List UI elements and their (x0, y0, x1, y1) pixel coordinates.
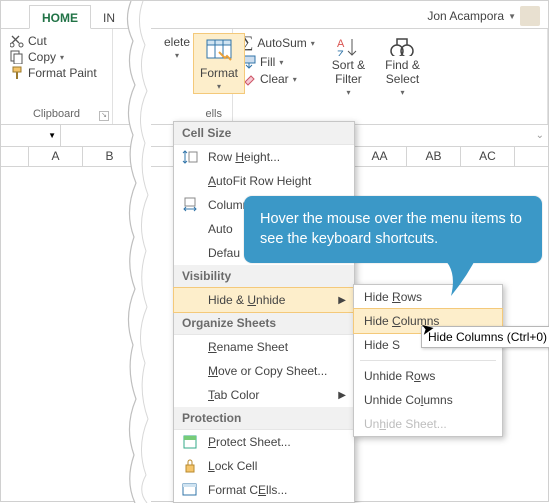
chevron-down-icon: ▾ (293, 75, 297, 84)
menu-row-height[interactable]: Row Height... (174, 145, 354, 169)
ribbon: Cut Copy ▾ Format Paint Clipboard ↘ elet… (1, 29, 548, 125)
find-label: Find & Select (385, 58, 420, 86)
fill-label: Fill (260, 55, 275, 69)
chevron-down-icon: ▾ (400, 88, 404, 97)
clear-label: Clear (260, 72, 289, 86)
account-user[interactable]: Jon Acampora ▼ (427, 6, 540, 26)
format-button[interactable]: Format ▾ (193, 33, 245, 94)
paintbrush-icon (10, 66, 24, 80)
clear-button[interactable]: Clear ▾ (239, 71, 318, 87)
submenu-unhide-columns[interactable]: Unhide Columns (354, 388, 502, 412)
menu-tab-color[interactable]: Tab Color▶ (174, 383, 354, 407)
sort-label: Sort & Filter (332, 58, 365, 86)
chevron-down-icon: ▾ (175, 51, 179, 60)
copy-button[interactable]: Copy ▾ (7, 49, 106, 65)
column-width-icon (182, 197, 198, 213)
cut-button[interactable]: Cut (7, 33, 106, 49)
format-painter-button[interactable]: Format Paint (7, 65, 106, 81)
copy-label: Copy (28, 50, 56, 64)
tooltip-hide-columns: Hide Columns (Ctrl+0) (421, 326, 549, 348)
submenu-arrow-icon: ▶ (338, 295, 346, 306)
menu-section-visibility: Visibility (174, 265, 354, 288)
menu-protect-sheet[interactable]: Protect Sheet... (174, 430, 354, 454)
expand-formula-bar[interactable]: ⌄ (536, 130, 544, 141)
menu-section-organize: Organize Sheets (174, 312, 354, 335)
tab-insert-fragment[interactable]: IN (91, 6, 127, 28)
row-height-icon (182, 149, 198, 165)
find-select-button[interactable]: Find & Select ▾ (379, 33, 426, 99)
svg-text:Z: Z (337, 49, 344, 56)
sort-filter-button[interactable]: AZ Sort & Filter ▾ (326, 33, 371, 99)
chevron-down-icon: ▼ (508, 12, 516, 21)
chevron-down-icon: ▾ (217, 82, 221, 91)
menu-hide-unhide[interactable]: Hide & Unhide ▶ (173, 287, 355, 313)
submenu-unhide-rows[interactable]: Unhide Rows (354, 364, 502, 388)
delete-label-fragment: elete (164, 35, 190, 49)
autosum-button[interactable]: ∑ AutoSum ▾ (239, 33, 318, 53)
col-header-a[interactable]: A (29, 147, 83, 166)
group-label-clipboard: Clipboard (7, 106, 106, 122)
menu-lock-cell[interactable]: Lock Cell (174, 454, 354, 478)
menu-autofit-row[interactable]: AutoFit Row Height (174, 169, 354, 193)
chevron-down-icon: ▾ (60, 53, 64, 62)
menu-autofit-col-label: Auto (208, 222, 233, 236)
callout-tail-icon (429, 244, 489, 304)
shield-icon (182, 434, 198, 450)
ribbon-tabbar: HOME IN Jon Acampora ▼ (1, 1, 548, 29)
avatar (520, 6, 540, 26)
dialog-launcher-clipboard[interactable]: ↘ (99, 111, 109, 121)
format-cells-icon (205, 36, 233, 64)
menu-separator (360, 360, 496, 361)
hide-unhide-submenu: Hide Rows Hide Columns Hide S Unhide Row… (353, 284, 503, 437)
format-painter-label: Format Paint (28, 66, 97, 80)
group-label-cells: ells (165, 106, 226, 122)
delete-button-fragment[interactable]: elete ▾ (165, 33, 189, 62)
col-header-ab[interactable]: AB (407, 147, 461, 166)
menu-format-cells[interactable]: Format CElls... (174, 478, 354, 502)
submenu-hide-sheet-label: Hide S (364, 338, 400, 352)
group-editing: ∑ AutoSum ▾ Fill ▾ Clear ▾ AZ Sort & Fil… (233, 29, 548, 124)
copy-icon (10, 50, 24, 64)
cut-label: Cut (28, 34, 47, 48)
name-box[interactable]: ▼ (1, 125, 61, 146)
chevron-down-icon: ▾ (311, 39, 315, 48)
format-dropdown-menu: Cell Size Row Height... AutoFit Row Heig… (173, 121, 355, 503)
group-clipboard: Cut Copy ▾ Format Paint Clipboard ↘ (1, 29, 113, 124)
sort-icon: AZ (335, 35, 361, 56)
submenu-unhide-sheet: Unhide Sheet... (354, 412, 502, 436)
chevron-down-icon: ▼ (48, 131, 56, 140)
menu-default-width-label: Defau (208, 246, 240, 260)
annotation-callout: Hover the mouse over the menu items to s… (244, 196, 542, 263)
tab-home[interactable]: HOME (29, 5, 91, 29)
col-header-b[interactable]: B (83, 147, 137, 166)
group-cells: elete ▾ Format ▾ ells (159, 29, 233, 124)
lock-icon (182, 458, 198, 474)
chevron-down-icon: ▾ (346, 88, 350, 97)
binoculars-icon (389, 35, 415, 56)
menu-section-protection: Protection (174, 407, 354, 430)
col-header-aa[interactable]: AA (353, 147, 407, 166)
fill-button[interactable]: Fill ▾ (239, 54, 318, 70)
chevron-down-icon: ▾ (279, 58, 283, 67)
user-name-label: Jon Acampora (427, 9, 504, 23)
callout-text: Hover the mouse over the menu items to s… (244, 196, 542, 263)
group-label-editing (239, 106, 541, 122)
menu-move-copy-sheet[interactable]: Move or Copy Sheet... (174, 359, 354, 383)
submenu-arrow-icon: ▶ (338, 390, 346, 401)
select-all-corner[interactable] (1, 147, 29, 166)
scissors-icon (10, 34, 24, 48)
format-label: Format (200, 66, 238, 80)
autosum-label: AutoSum (257, 36, 306, 50)
menu-rename-sheet[interactable]: Rename Sheet (174, 335, 354, 359)
menu-section-cellsize: Cell Size (174, 122, 354, 145)
col-header-ac[interactable]: AC (461, 147, 515, 166)
format-cells-small-icon (182, 482, 198, 498)
